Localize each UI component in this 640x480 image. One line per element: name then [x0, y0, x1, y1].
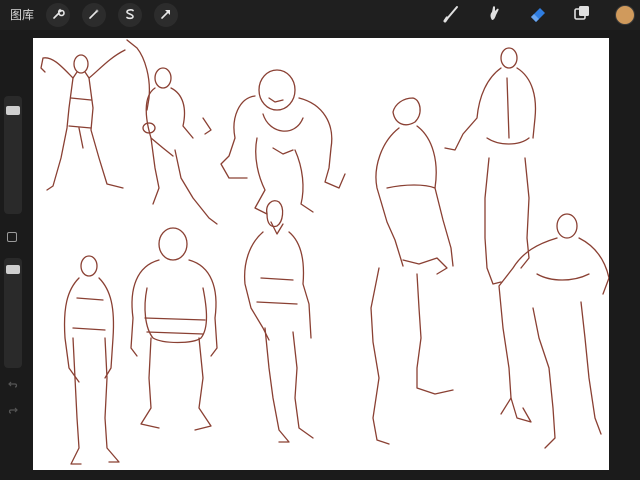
wrench-icon [51, 6, 65, 25]
arrow-cursor-icon [159, 6, 173, 25]
sketch-artwork [40, 39, 609, 465]
color-picker-swatch[interactable] [615, 5, 635, 25]
adjustments-button[interactable] [82, 3, 106, 27]
brush-tool-button[interactable] [440, 3, 464, 27]
selection-s-icon [123, 6, 137, 25]
actions-button[interactable] [46, 3, 70, 27]
eraser-tool-button[interactable] [526, 3, 550, 27]
brush-size-handle[interactable] [6, 106, 20, 116]
opacity-handle[interactable] [6, 264, 20, 274]
layers-button[interactable] [570, 3, 594, 27]
modify-button[interactable] [7, 232, 17, 242]
opacity-slider[interactable] [4, 258, 22, 368]
sketch-figure-creature [498, 213, 609, 449]
magic-wand-icon [87, 6, 101, 25]
transform-button[interactable] [154, 3, 178, 27]
gallery-link[interactable]: 图库 [10, 7, 34, 23]
redo-icon [8, 400, 18, 419]
sketch-figure-tall [370, 97, 454, 445]
sketch-figure-back-view [444, 47, 537, 285]
brush-size-slider[interactable] [4, 96, 22, 214]
redo-button[interactable] [6, 402, 20, 416]
top-toolbar: 图库 [0, 0, 640, 30]
layers-icon [572, 3, 592, 27]
sketch-figure-stretching [40, 49, 126, 191]
brush-icon [442, 3, 462, 27]
eraser-icon [528, 3, 548, 27]
undo-icon [8, 374, 18, 393]
sketch-figure-small-standing [63, 255, 120, 465]
procreate-app: 图库 [0, 0, 640, 480]
undo-button[interactable] [6, 376, 20, 390]
sketch-figure-brute [220, 69, 346, 215]
sketch-figure-heavy [130, 227, 218, 431]
smudge-icon [484, 3, 504, 27]
left-sidebar [0, 90, 26, 430]
selection-button[interactable] [118, 3, 142, 27]
sketch-figure-bearded [243, 200, 314, 443]
smudge-tool-button[interactable] [482, 3, 506, 27]
sketch-figure-staff [126, 39, 218, 225]
drawing-canvas[interactable] [33, 38, 609, 470]
